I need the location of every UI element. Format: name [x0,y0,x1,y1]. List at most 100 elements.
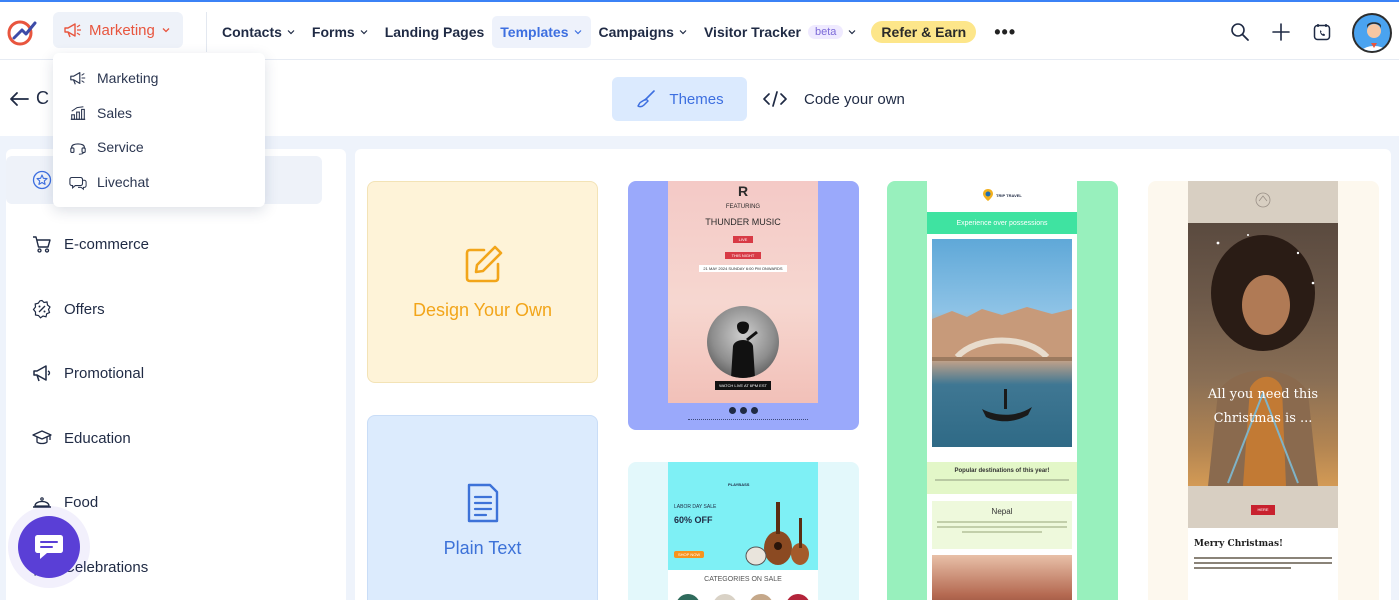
sidebar-item-ecommerce[interactable]: E-commerce [32,234,149,254]
travel-banner: Experience over possessions [927,212,1077,234]
sidebar-item-offers[interactable]: Offers [32,299,105,319]
travel-popular-band: Popular destinations of this year! [927,462,1077,494]
megaphone-icon [33,365,51,382]
graduation-cap-icon [32,430,52,445]
plain-text-label: Plain Text [443,537,522,558]
product-menu-item-label: Marketing [97,70,159,87]
nav-landing-pages[interactable]: Landing Pages [377,16,493,48]
xmas-button: HERE [1251,505,1275,515]
megaphone-icon [70,72,86,85]
travel-place: Nepal [991,507,1013,516]
music-live-badge: LIVE [733,236,753,243]
plain-text-card[interactable]: Plain Text [367,415,598,600]
music-tonight-badge: THIS NIGHT [725,252,761,259]
tab-code-label: Code your own [804,90,905,108]
travel-destination: Nepal [932,501,1072,549]
megaphone-icon [63,21,83,39]
top-navbar: Marketing Contacts Forms Landing Pages T… [0,0,1399,60]
chat-icon [35,535,63,559]
nav-campaigns[interactable]: Campaigns [591,16,696,48]
sidebar-item-promotional[interactable]: Promotional [32,363,144,383]
store-brand: PLAYBASS [728,482,750,487]
template-card-thunder-music[interactable]: R FEATURING THUNDER MUSIC LIVE THIS NIGH… [628,181,859,430]
sidebar-item-label: Promotional [64,364,145,382]
social-icons [628,407,859,414]
xmas-message: All you need this Christmas is ... [1188,383,1338,431]
user-avatar[interactable] [1352,13,1392,53]
tab-themes-label: Themes [669,90,724,108]
store-categories: CATEGORIES ON SALE [704,576,782,583]
store-shop-button: SHOP NOW [674,551,705,558]
nav-templates-label: Templates [500,24,569,40]
xmas-merry: Merry Christmas! [1194,539,1283,549]
chevron-down-icon [848,30,856,35]
main-nav: Contacts Forms Landing Pages Templates C… [214,16,1016,48]
plus-icon[interactable] [1261,12,1301,52]
music-watch-button: WATCH LIVE AT 6PM EST [715,381,771,390]
tab-themes[interactable]: Themes [612,77,747,121]
travel-popular: Popular destinations of this year! [954,468,1050,474]
more-menu-icon[interactable]: ••• [994,22,1016,43]
nav-landing-pages-label: Landing Pages [384,24,485,40]
refer-earn-button[interactable]: Refer & Earn [871,21,977,43]
category-thumbs [676,594,810,600]
search-icon[interactable] [1220,12,1260,52]
knitting-photo: All you need this Christmas is ... [1188,223,1338,486]
calendar-phone-icon[interactable] [1302,12,1342,52]
music-title: THUNDER MUSIC [705,217,781,227]
chart-icon [70,105,86,120]
edit-icon [465,245,502,282]
percent-icon [32,299,51,319]
template-preview: All you need this Christmas is ... HERE … [1188,181,1338,600]
headset-icon [70,143,86,155]
product-menu-item-sales[interactable]: Sales [53,96,265,131]
beta-badge: beta [808,25,844,39]
travel-logo: TRIP TRAVEL [983,189,1022,201]
template-card-trip-travel[interactable]: TRIP TRAVEL Experience over possessions … [887,181,1118,600]
sidebar-item-education[interactable]: Education [32,428,131,448]
sidebar-item-label: Education [64,429,131,447]
nav-contacts[interactable]: Contacts [214,16,304,48]
nav-templates[interactable]: Templates [492,16,591,48]
product-menu-item-marketing[interactable]: Marketing [53,61,265,96]
back-label: C [36,88,49,108]
nav-forms-label: Forms [311,24,355,40]
nav-contacts-label: Contacts [222,24,282,40]
template-gallery: Design Your Own Plain Text R FEATURING T… [355,149,1391,600]
nav-visitor-tracker-label: Visitor Tracker [703,24,801,40]
music-date: 21 MAY 2024 SUNDAY 6:00 PM ONWARDS [699,265,787,272]
venice-photo [932,239,1072,447]
nav-visitor-tracker[interactable]: Visitor Tracker beta [696,16,865,48]
sidebar-item-food[interactable]: Food [32,492,98,512]
livechat-launcher-button[interactable] [18,516,80,578]
instruments-image [745,502,809,566]
arrow-left-icon [10,91,29,106]
tab-code-your-own[interactable]: Code your own [762,77,905,121]
template-preview: PLAYBASS LABOR DAY SALE 60% OFF SHOP NOW… [668,462,818,600]
brush-icon [637,90,656,108]
product-menu-item-service[interactable]: Service [53,130,265,165]
xmas-message-line2: Christmas is ... [1213,411,1313,426]
code-icon [763,91,787,107]
product-switcher[interactable]: Marketing [53,12,183,48]
nav-forms[interactable]: Forms [304,16,377,48]
chat-icon [69,176,87,190]
back-button[interactable]: C [8,88,49,109]
sidebar-item-label: Food [64,493,99,511]
xmas-message-line1: All you need this [1207,387,1319,402]
template-card-christmas[interactable]: All you need this Christmas is ... HERE … [1148,181,1379,600]
product-menu-item-livechat[interactable]: Livechat [53,165,265,200]
design-your-own-card[interactable]: Design Your Own [367,181,598,383]
chevron-down-icon [287,30,295,35]
nav-campaigns-label: Campaigns [598,24,674,40]
store-hero: PLAYBASS LABOR DAY SALE 60% OFF SHOP NOW [668,462,818,570]
store-off: 60% OFF [674,515,713,525]
sidebar-item-label: Offers [64,300,105,318]
product-switcher-label: Marketing [89,21,155,39]
product-menu-item-label: Service [97,139,144,156]
chevron-down-icon [679,30,687,35]
chevron-down-icon [161,25,171,35]
template-card-playbass[interactable]: PLAYBASS LABOR DAY SALE 60% OFF SHOP NOW… [628,462,859,600]
xmas-logo [1255,192,1271,208]
app-logo-icon[interactable] [6,16,38,48]
